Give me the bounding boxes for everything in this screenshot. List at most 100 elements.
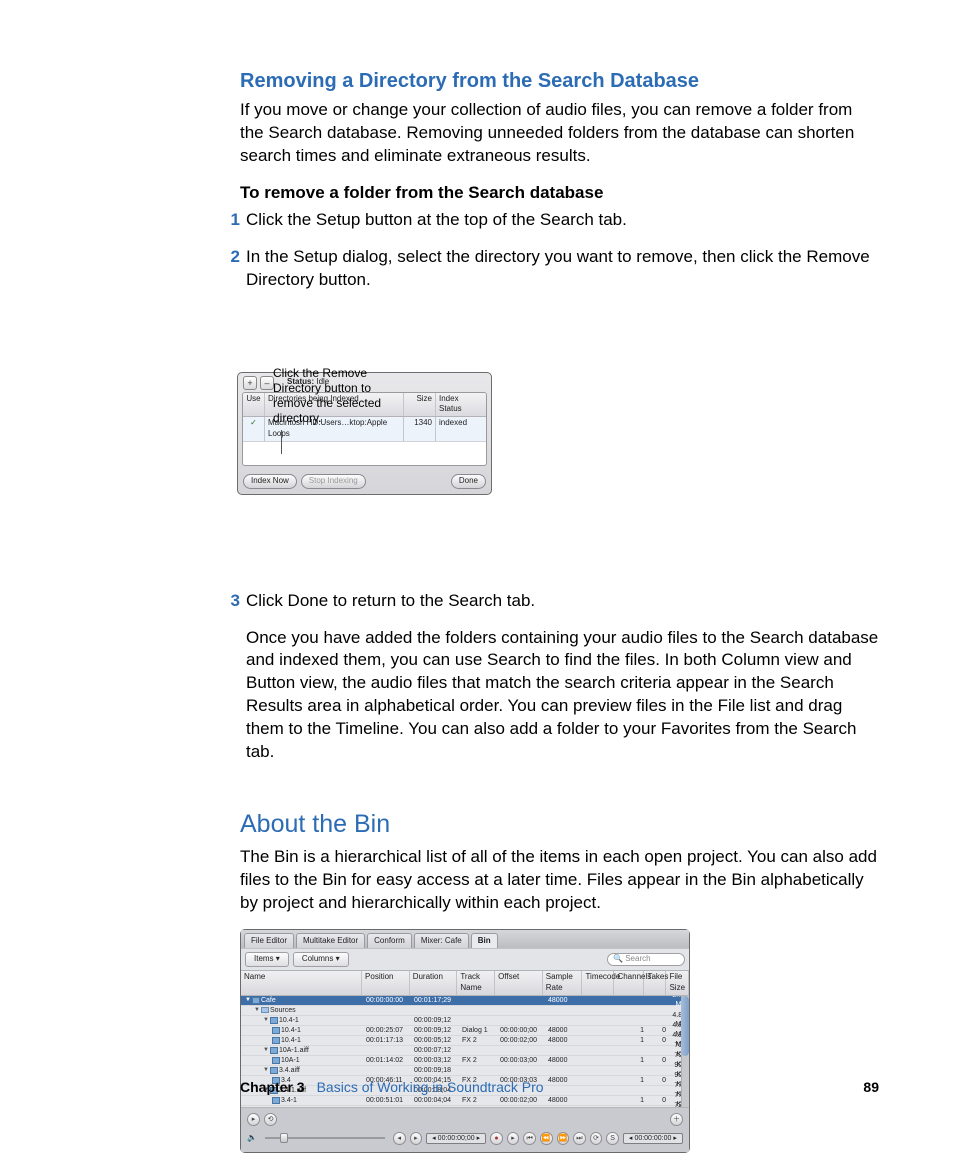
scroll-thumb[interactable] (681, 996, 689, 1056)
done-button[interactable]: Done (451, 474, 486, 489)
intro-paragraph: If you move or change your collection of… (240, 99, 880, 168)
folder-icon (261, 1007, 269, 1013)
col-position[interactable]: Position (362, 971, 410, 995)
figure-callout: Click the Remove Directory button to rem… (273, 366, 413, 426)
col-index-status: Index Status (436, 393, 486, 417)
file-icon (252, 997, 260, 1004)
step-number: 3 (220, 590, 240, 613)
item-name: Cafe (261, 996, 276, 1005)
step-number: 2 (220, 246, 240, 292)
file-icon (270, 1107, 278, 1108)
item-name: 10A-1.aiff (279, 1046, 309, 1055)
item-name: 10.4-1 (279, 1016, 299, 1025)
item-name: 3.4-1 (281, 1096, 297, 1105)
prev-button[interactable]: ◂ (393, 1132, 406, 1145)
columns-menu[interactable]: Columns ▾ (293, 952, 349, 967)
disclosure-triangle-icon[interactable]: ▼ (263, 1066, 269, 1074)
col-name[interactable]: Name (241, 971, 362, 995)
col-sample-rate[interactable]: Sample Rate (543, 971, 583, 995)
file-icon (272, 1097, 280, 1104)
step-text: Click the Setup button at the top of the… (246, 209, 880, 232)
step-text: In the Setup dialog, select the director… (246, 246, 880, 292)
remove-directory-button[interactable]: – (260, 376, 274, 390)
list-item[interactable]: 10A-100:01:14:0200:00:03;12FX 200:00:03;… (241, 1056, 689, 1066)
item-name: 10A-1 (281, 1056, 300, 1065)
list-item[interactable]: ▼10A-1.aiff00:00:07;12700 KB (241, 1046, 689, 1056)
list-item[interactable]: ▼10.4-100:00:09;124.89 MB (241, 1016, 689, 1026)
file-icon (270, 1047, 278, 1054)
col-timecode[interactable]: Timecode (582, 971, 614, 995)
directory-status: indexed (436, 417, 486, 441)
tab-bin[interactable]: Bin (471, 933, 498, 949)
item-name: 3.5-1.aiff (279, 1106, 306, 1108)
disclosure-triangle-icon[interactable]: ▼ (263, 1106, 269, 1108)
item-name: Sources (270, 1006, 296, 1015)
list-item[interactable]: 10.4-100:01:17:1300:00:05;12FX 200:00:02… (241, 1036, 689, 1046)
volume-slider[interactable] (265, 1137, 385, 1139)
tab-mixer[interactable]: Mixer: Cafe (414, 933, 469, 949)
end-button[interactable]: ⏭ (573, 1132, 586, 1145)
transport-play-button[interactable]: ▸ (507, 1132, 520, 1145)
forward-button[interactable]: ⏩ (557, 1132, 570, 1145)
list-item[interactable]: ▼ Sources (241, 1006, 689, 1016)
col-channels[interactable]: Channels (614, 971, 644, 995)
file-icon (272, 1057, 280, 1064)
col-file-size[interactable]: File Size (666, 971, 689, 995)
callout-line (281, 430, 282, 454)
body-paragraph: The Bin is a hierarchical list of all of… (240, 846, 880, 915)
tab-multitake-editor[interactable]: Multitake Editor (296, 933, 365, 949)
stop-indexing-button: Stop Indexing (301, 474, 366, 489)
item-name: 10.4-1 (281, 1026, 301, 1035)
speaker-icon: 🔈 (247, 1133, 257, 1144)
col-track-name[interactable]: Track Name (457, 971, 495, 995)
list-item[interactable]: 3.4-100:00:51:0100:00:04;04FX 200:00:02;… (241, 1096, 689, 1106)
timecode-display-2[interactable]: ◂ 00:00:00:00 ▸ (623, 1133, 683, 1144)
solo-button[interactable]: S (606, 1132, 619, 1145)
chapter-title: Basics of Working in Soundtrack Pro (317, 1078, 544, 1097)
disclosure-triangle-icon[interactable]: ▼ (245, 996, 251, 1004)
index-now-button[interactable]: Index Now (243, 474, 297, 489)
step-text: Click Done to return to the Search tab. (246, 590, 880, 613)
loop-button[interactable]: ⟲ (264, 1113, 277, 1126)
chapter-label: Chapter 3 (240, 1078, 305, 1097)
checkbox-icon[interactable]: ✓ (250, 418, 257, 427)
add-media-button[interactable]: ＋ (670, 1113, 683, 1126)
tab-conform[interactable]: Conform (367, 933, 412, 949)
col-duration[interactable]: Duration (410, 971, 458, 995)
continuation-paragraph: Once you have added the folders containi… (246, 627, 880, 765)
disclosure-triangle-icon[interactable]: ▼ (254, 1006, 260, 1014)
file-icon (270, 1067, 278, 1074)
next-button[interactable]: ▸ (410, 1132, 423, 1145)
list-item[interactable]: ▼Cafe00:00:00:0000:01:17;29480002.70 MB (241, 996, 689, 1006)
step-number: 1 (220, 209, 240, 232)
timecode-display[interactable]: ◂ 00:00:00;00 ▸ (426, 1133, 486, 1144)
search-input[interactable]: 🔍 Search (607, 953, 685, 966)
item-name: 10.4-1 (281, 1036, 301, 1045)
col-offset[interactable]: Offset (495, 971, 543, 995)
bin-panel: File Editor Multitake Editor Conform Mix… (240, 929, 690, 1153)
lead-in: To remove a folder from the Search datab… (240, 182, 880, 205)
list-item[interactable]: ▼3.5-1.aiff00:00:07;18720 KB (241, 1106, 689, 1108)
section-heading: Removing a Directory from the Search Dat… (240, 68, 880, 95)
file-icon (272, 1027, 280, 1034)
list-item[interactable]: ▼3.4.aiff00:00:09;18907 KB (241, 1066, 689, 1076)
cycle-button[interactable]: ⟳ (590, 1132, 603, 1145)
play-button[interactable]: ▸ (247, 1113, 260, 1126)
record-button[interactable]: ● (490, 1132, 503, 1145)
file-icon (270, 1017, 278, 1024)
items-menu[interactable]: Items ▾ (245, 952, 289, 967)
add-directory-button[interactable]: + (243, 376, 257, 390)
section-heading: About the Bin (240, 808, 880, 842)
disclosure-triangle-icon[interactable]: ▼ (263, 1016, 269, 1024)
file-icon (272, 1037, 280, 1044)
list-item[interactable]: 10.4-100:00:25:0700:00:09;12Dialog 100:0… (241, 1026, 689, 1036)
col-use: Use (243, 393, 265, 417)
search-icon: 🔍 (613, 954, 623, 965)
rtz-button[interactable]: ⏮ (523, 1132, 536, 1145)
page-number: 89 (863, 1078, 879, 1097)
disclosure-triangle-icon[interactable]: ▼ (263, 1046, 269, 1054)
item-name: 3.4.aiff (279, 1066, 300, 1075)
col-takes[interactable]: Takes (644, 971, 666, 995)
rewind-button[interactable]: ⏪ (540, 1132, 553, 1145)
tab-file-editor[interactable]: File Editor (244, 933, 294, 949)
